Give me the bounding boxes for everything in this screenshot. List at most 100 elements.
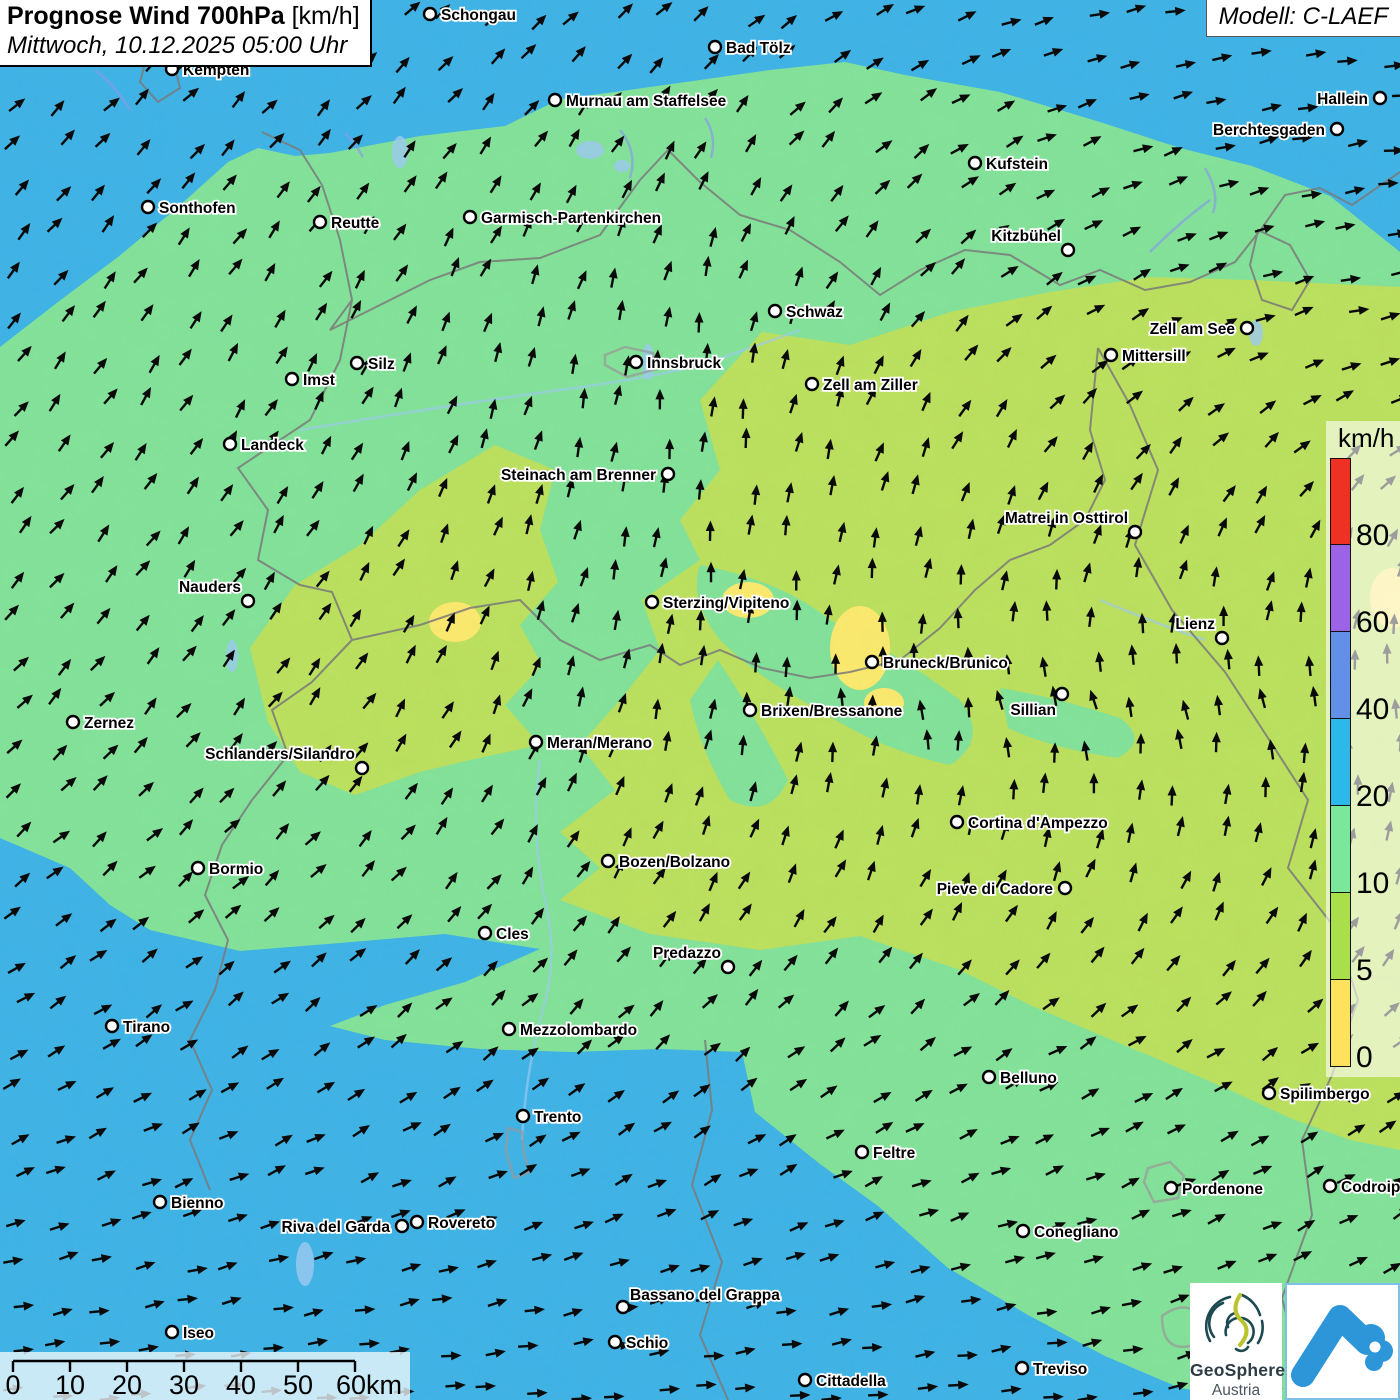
- distance-scalebar: 0102030405060km: [0, 1352, 410, 1400]
- city-label: Meran/Merano: [547, 735, 652, 752]
- legend-class-label: 20: [1356, 782, 1389, 812]
- city-label: Cittadella: [816, 1373, 886, 1390]
- city-label: Riva del Garda: [281, 1219, 390, 1236]
- mountain-cloud-icon: [1287, 1285, 1398, 1398]
- city-label: Brixen/Bressanone: [761, 703, 903, 720]
- city-dot-icon: [602, 855, 614, 867]
- city-label: Trento: [534, 1109, 581, 1126]
- legend-class-label: 0: [1356, 1043, 1373, 1073]
- scalebar-tick-label: 20: [112, 1370, 142, 1400]
- city-dot-icon: [142, 201, 154, 213]
- city-dot-icon: [530, 736, 542, 748]
- city-marker-group: Cortina d'Ampezzo: [951, 815, 1108, 832]
- map-title-box: Prognose Wind 700hPa [km/h] Mittwoch, 10…: [0, 0, 372, 67]
- city-dot-icon: [609, 1336, 621, 1348]
- legend-class-swatch: [1330, 458, 1351, 545]
- city-marker-group: Bozen/Bolzano: [602, 854, 730, 871]
- map-valid-time: Mittwoch, 10.12.2025 05:00 Uhr: [7, 32, 360, 60]
- city-marker-group: Brixen/Bressanone: [744, 703, 903, 720]
- model-label: Modell: C-LAEF: [1206, 0, 1400, 37]
- city-label: Iseo: [183, 1325, 214, 1342]
- legend-class-swatch: [1330, 980, 1351, 1067]
- scalebar-tick-label: 50: [283, 1370, 313, 1400]
- city-marker-group: Berchtesgaden: [1213, 122, 1343, 139]
- city-label: Matrei in Osttirol: [1005, 510, 1128, 527]
- city-label: Berchtesgaden: [1213, 122, 1325, 139]
- city-dot-icon: [1374, 92, 1386, 104]
- city-dot-icon: [1324, 1180, 1336, 1192]
- city-dot-icon: [351, 357, 363, 369]
- city-label: Reutte: [331, 215, 380, 232]
- city-dot-icon: [866, 656, 878, 668]
- city-dot-icon: [1263, 1087, 1275, 1099]
- city-marker-group: Sterzing/Vipiteno: [646, 595, 789, 612]
- city-label: Spilimbergo: [1280, 1086, 1370, 1103]
- city-dot-icon: [479, 927, 491, 939]
- city-marker-group: Meran/Merano: [530, 735, 652, 752]
- city-dot-icon: [424, 8, 436, 20]
- city-dot-icon: [951, 816, 963, 828]
- city-label: Innsbruck: [647, 355, 721, 372]
- city-dot-icon: [630, 356, 642, 368]
- city-label: Rovereto: [428, 1215, 495, 1232]
- scalebar-tick-label: 0: [5, 1370, 20, 1400]
- city-dot-icon: [166, 1326, 178, 1338]
- city-dot-icon: [983, 1071, 995, 1083]
- color-legend: km/h 806040201050: [1326, 421, 1400, 1077]
- city-dot-icon: [1059, 882, 1071, 894]
- city-dot-icon: [709, 41, 721, 53]
- partner-logo-box: [1285, 1283, 1400, 1400]
- city-label: Schio: [626, 1335, 668, 1352]
- city-label: Bienno: [171, 1195, 224, 1212]
- city-label: Murnau am Staffelsee: [566, 93, 727, 110]
- legend-class-swatch: [1330, 893, 1351, 980]
- city-label: Cortina d'Ampezzo: [968, 815, 1108, 832]
- legend-color-scale: 806040201050: [1330, 458, 1396, 1067]
- city-label: Predazzo: [653, 945, 721, 962]
- city-marker-group: Steinach am Brenner: [501, 467, 674, 484]
- city-label: Zernez: [84, 715, 134, 732]
- legend-unit-label: km/h: [1338, 423, 1400, 454]
- city-marker-group: Bruneck/Brunico: [866, 655, 1008, 672]
- city-label: Schlanders/Silandro: [205, 746, 355, 763]
- city-label: Schongau: [441, 7, 516, 24]
- city-dot-icon: [67, 716, 79, 728]
- legend-class-label: 5: [1356, 956, 1373, 986]
- city-dot-icon: [396, 1220, 408, 1232]
- wind-forecast-map-stage: SchongauBad TölzKemptenMurnau am Staffel…: [0, 0, 1400, 1400]
- legend-class-label: 40: [1356, 695, 1389, 725]
- city-label: Codroipo: [1341, 1179, 1400, 1196]
- city-label: Bruneck/Brunico: [883, 655, 1008, 672]
- city-dot-icon: [503, 1023, 515, 1035]
- city-dot-icon: [799, 1374, 811, 1386]
- city-marker-group: Zell am Ziller: [806, 377, 918, 394]
- city-dot-icon: [722, 961, 734, 973]
- city-label: Bad Tölz: [726, 40, 791, 57]
- city-dot-icon: [411, 1216, 423, 1228]
- city-label: Kitzbühel: [991, 228, 1061, 245]
- city-marker-group: Pieve di Cadore: [937, 881, 1071, 898]
- city-label: Landeck: [241, 437, 304, 454]
- city-dot-icon: [1165, 1182, 1177, 1194]
- city-dot-icon: [464, 211, 476, 223]
- city-dot-icon: [1241, 322, 1253, 334]
- city-dot-icon: [549, 94, 561, 106]
- city-dot-icon: [1331, 123, 1343, 135]
- city-label: Bassano del Grappa: [630, 1287, 780, 1304]
- scalebar-tick-label: 60km: [336, 1370, 402, 1400]
- city-marker-group: Garmisch-Partenkirchen: [464, 210, 661, 227]
- city-label: Conegliano: [1034, 1224, 1118, 1241]
- city-label: Zell am See: [1150, 321, 1236, 338]
- city-dot-icon: [154, 1196, 166, 1208]
- city-dot-icon: [806, 378, 818, 390]
- city-dot-icon: [1016, 1362, 1028, 1374]
- scalebar-tick-label: 30: [169, 1370, 199, 1400]
- city-label: Bozen/Bolzano: [619, 854, 730, 871]
- city-dot-icon: [662, 468, 674, 480]
- geosphere-fingerprint-icon: [1190, 1283, 1282, 1357]
- legend-class-swatch: [1330, 545, 1351, 632]
- city-marker-group: Mezzolombardo: [503, 1022, 637, 1039]
- city-label: Garmisch-Partenkirchen: [481, 210, 661, 227]
- city-label: Lienz: [1175, 616, 1215, 633]
- city-label: Imst: [303, 372, 335, 389]
